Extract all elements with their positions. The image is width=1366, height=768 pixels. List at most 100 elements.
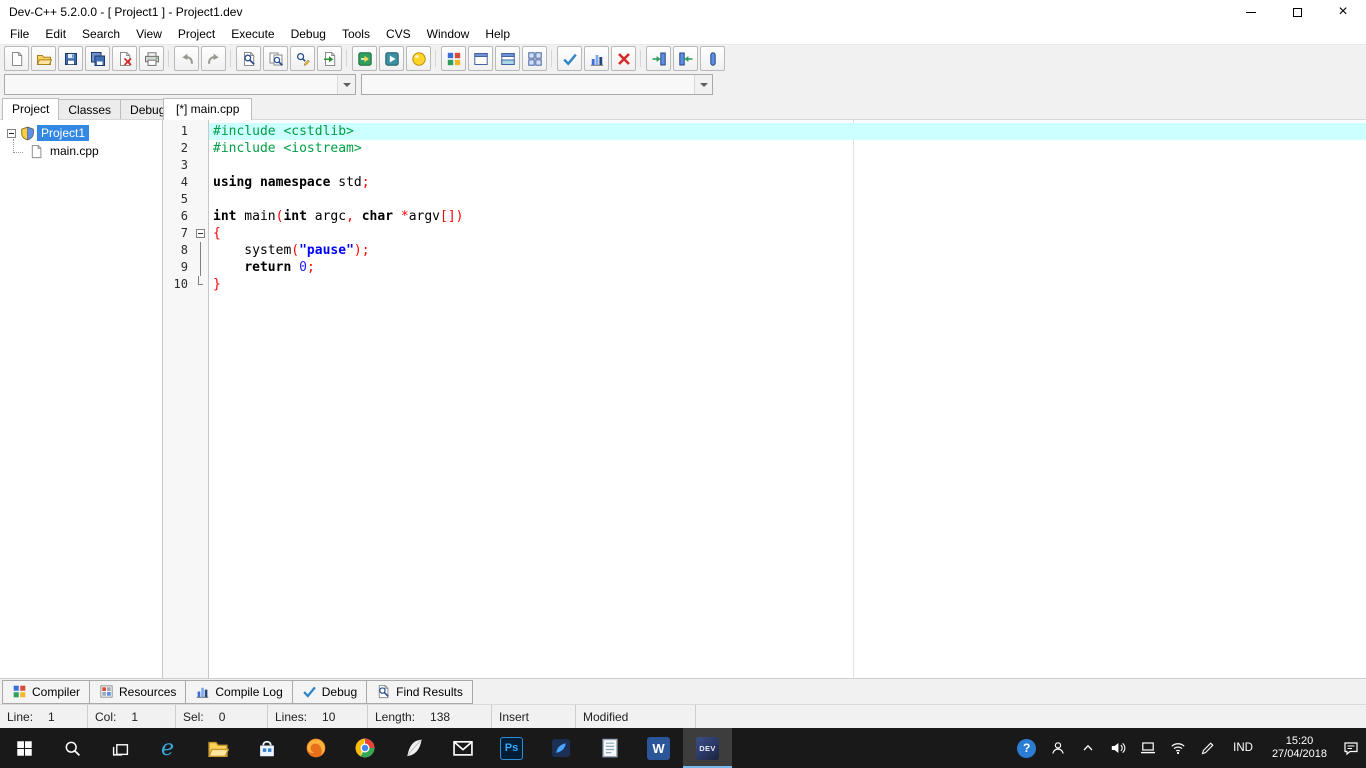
- next-bookmark-button[interactable]: [673, 46, 698, 71]
- panel-tab-project[interactable]: Project: [2, 98, 60, 120]
- menu-view[interactable]: View: [128, 25, 170, 43]
- network-button[interactable]: [1163, 728, 1193, 768]
- bottom-tab-resources[interactable]: Resources: [89, 679, 187, 704]
- bottom-tab-debug[interactable]: Debug: [291, 679, 368, 704]
- tray-expand-button[interactable]: [1073, 728, 1103, 768]
- save-all-button[interactable]: [85, 46, 110, 71]
- volume-button[interactable]: [1103, 728, 1133, 768]
- fold-column: [192, 174, 209, 191]
- compile-and-run-button[interactable]: [406, 46, 431, 71]
- code-line[interactable]: 2 #include <iostream>: [163, 140, 1366, 157]
- pause-program-icon: [705, 51, 721, 67]
- people-tray-button[interactable]: [1043, 728, 1073, 768]
- word-taskbar-button[interactable]: W: [634, 728, 683, 768]
- redo-button[interactable]: [201, 46, 226, 71]
- menu-tools[interactable]: Tools: [334, 25, 378, 43]
- code-line[interactable]: 10}: [163, 276, 1366, 293]
- battery-button[interactable]: [1133, 728, 1163, 768]
- bottom-tab-compiler[interactable]: Compiler: [2, 679, 91, 704]
- store-taskbar-button[interactable]: [242, 728, 291, 768]
- line-number: 3: [180, 158, 188, 172]
- syntax-check-button[interactable]: [557, 46, 582, 71]
- taskbar-search-button[interactable]: [48, 728, 96, 768]
- clock[interactable]: 15:20 27/04/2018: [1263, 728, 1336, 768]
- compiler-combo[interactable]: [4, 74, 356, 95]
- menu-debug[interactable]: Debug: [283, 25, 334, 43]
- fold-collapse-icon[interactable]: [196, 229, 205, 238]
- edge-taskbar-button[interactable]: e: [144, 728, 193, 768]
- editor-tab-maincpp[interactable]: [*] main.cpp: [163, 98, 253, 120]
- chrome-taskbar-button[interactable]: [340, 728, 389, 768]
- menu-edit[interactable]: Edit: [37, 25, 74, 43]
- open-file-button[interactable]: [31, 46, 56, 71]
- menu-search[interactable]: Search: [74, 25, 128, 43]
- chevron-down-icon[interactable]: [337, 75, 355, 94]
- bottom-tab-find-results[interactable]: Find Results: [366, 679, 473, 704]
- tree-collapse-icon[interactable]: [7, 128, 16, 138]
- goto-line-button[interactable]: [317, 46, 342, 71]
- menu-help[interactable]: Help: [477, 25, 518, 43]
- window-grid-button[interactable]: [522, 46, 547, 71]
- code-line[interactable]: 8 system("pause");: [163, 242, 1366, 259]
- notes-taskbar-button[interactable]: [389, 728, 438, 768]
- panel-tab-classes[interactable]: Classes: [58, 99, 122, 119]
- minimize-button[interactable]: [1228, 0, 1274, 24]
- profile-button[interactable]: [584, 46, 609, 71]
- find-in-files-button[interactable]: [263, 46, 288, 71]
- dev-cpp-taskbar-button[interactable]: DEV: [683, 728, 732, 768]
- compile-button[interactable]: [352, 46, 377, 71]
- menu-project[interactable]: Project: [170, 25, 223, 43]
- code-line[interactable]: 7{: [163, 225, 1366, 242]
- action-center-button[interactable]: [1336, 728, 1366, 768]
- print-button[interactable]: [139, 46, 164, 71]
- window-view-button[interactable]: [468, 46, 493, 71]
- split-view-button[interactable]: [495, 46, 520, 71]
- pause-program-button[interactable]: [700, 46, 725, 71]
- maximize-button[interactable]: [1274, 0, 1320, 24]
- menu-cvs[interactable]: CVS: [378, 25, 419, 43]
- close-file-button[interactable]: [112, 46, 137, 71]
- save-button[interactable]: [58, 46, 83, 71]
- code-line[interactable]: 1 #include <cstdlib>: [163, 123, 1366, 140]
- minimize-icon: [1246, 11, 1256, 13]
- notepad-taskbar-button[interactable]: [585, 728, 634, 768]
- start-button[interactable]: [0, 728, 48, 768]
- undo-button[interactable]: [174, 46, 199, 71]
- code-line[interactable]: 4 using namespace std;: [163, 174, 1366, 191]
- code-editor[interactable]: 1 #include <cstdlib> 2 #include <iostream> 3…: [163, 120, 1366, 678]
- abort-compile-button[interactable]: [611, 46, 636, 71]
- class-browser-combo[interactable]: [361, 74, 713, 95]
- replace-button[interactable]: [290, 46, 315, 71]
- photos-taskbar-button[interactable]: [536, 728, 585, 768]
- file-explorer-taskbar-button[interactable]: [193, 728, 242, 768]
- firefox-taskbar-button[interactable]: [291, 728, 340, 768]
- code-line[interactable]: 5: [163, 191, 1366, 208]
- fold-end: [198, 276, 203, 285]
- menu-file[interactable]: File: [2, 25, 37, 43]
- code-line[interactable]: 9 return 0;: [163, 259, 1366, 276]
- window-controls: [1228, 0, 1366, 24]
- tree-item-maincpp[interactable]: main.cpp: [46, 143, 103, 159]
- find-button[interactable]: [236, 46, 261, 71]
- tree-row-maincpp[interactable]: main.cpp: [0, 139, 162, 160]
- run-button[interactable]: [379, 46, 404, 71]
- chevron-down-icon[interactable]: [694, 75, 712, 94]
- task-view-button[interactable]: [96, 728, 144, 768]
- menu-execute[interactable]: Execute: [223, 25, 282, 43]
- help-tray-button[interactable]: ?: [1010, 728, 1043, 768]
- language-indicator[interactable]: IND: [1223, 728, 1263, 768]
- close-button[interactable]: [1320, 0, 1366, 24]
- new-project-button[interactable]: [441, 46, 466, 71]
- compile-icon: [357, 51, 373, 67]
- pen-button[interactable]: [1193, 728, 1223, 768]
- prev-bookmark-button[interactable]: [646, 46, 671, 71]
- code-line[interactable]: 6 int main(int argc, char *argv[]): [163, 208, 1366, 225]
- new-source-button[interactable]: [4, 46, 29, 71]
- tree-row-project[interactable]: Project1: [0, 124, 162, 142]
- mail-taskbar-button[interactable]: [438, 728, 487, 768]
- bottom-tab-compile-log[interactable]: Compile Log: [185, 679, 293, 704]
- tree-item-project1[interactable]: Project1: [37, 125, 90, 141]
- photoshop-taskbar-button[interactable]: Ps: [487, 728, 536, 768]
- menu-window[interactable]: Window: [419, 25, 478, 43]
- code-line[interactable]: 3: [163, 157, 1366, 174]
